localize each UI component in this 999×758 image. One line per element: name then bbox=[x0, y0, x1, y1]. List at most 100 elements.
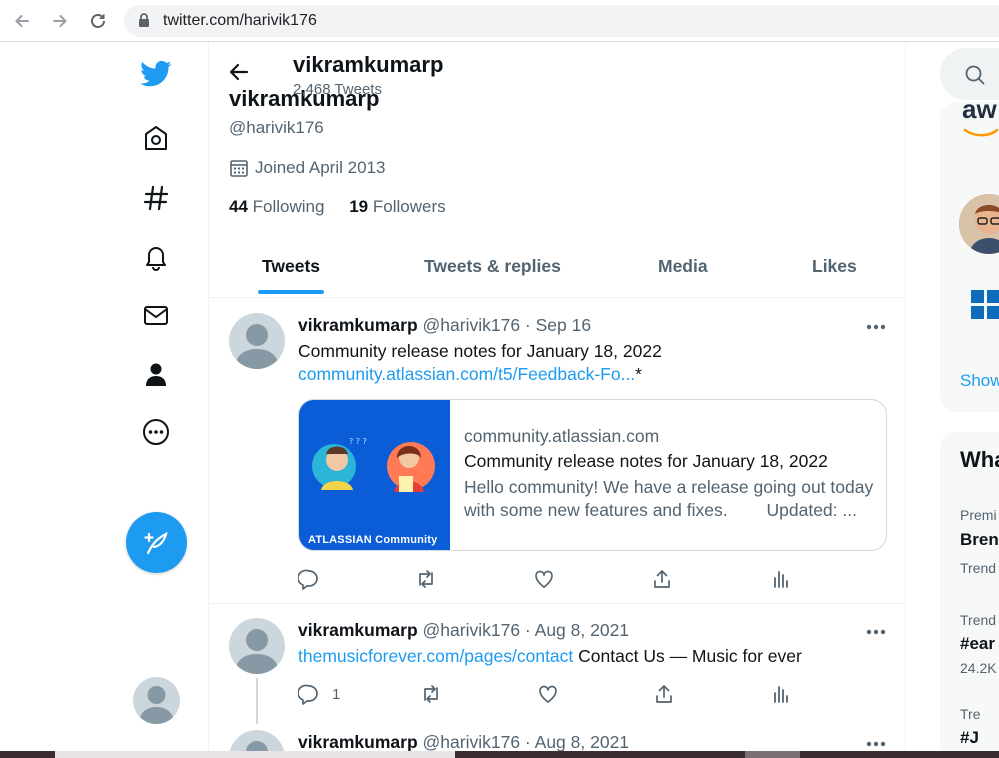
aws-logo: aw bbox=[962, 94, 997, 124]
back-arrow-icon[interactable] bbox=[10, 9, 34, 33]
more-dots-icon[interactable] bbox=[140, 416, 172, 448]
reload-icon[interactable] bbox=[86, 9, 110, 33]
card-body: community.atlassian.com Community releas… bbox=[464, 426, 879, 522]
card-image: ? ? ? ATLASSIAN Community bbox=[299, 400, 450, 550]
tweet-item[interactable]: vikramkumarp @harivik176 · Sep 16 Commun… bbox=[209, 299, 905, 604]
trend-context: Trend bbox=[960, 612, 997, 628]
atlassian-community-logo: ATLASSIAN Community bbox=[308, 534, 438, 546]
tab-media[interactable]: Media bbox=[658, 256, 708, 277]
trend-context: Premi bbox=[960, 507, 997, 523]
reply-icon bbox=[298, 683, 320, 705]
reply-button[interactable]: 1 bbox=[298, 682, 340, 706]
tweet-avatar[interactable] bbox=[229, 618, 285, 674]
tweet-link[interactable]: themusicforever.com/pages/contact bbox=[298, 646, 573, 666]
explore-hashtag-icon[interactable] bbox=[140, 182, 172, 214]
messages-envelope-icon[interactable] bbox=[140, 299, 172, 331]
trend-title[interactable]: #J bbox=[960, 728, 979, 748]
whats-happening-title: Wha bbox=[960, 447, 999, 472]
tweet-more-button[interactable] bbox=[863, 317, 889, 337]
tab-tweets[interactable]: Tweets bbox=[262, 256, 320, 277]
share-icon bbox=[651, 568, 673, 590]
tab-tweets-and-replies[interactable]: Tweets & replies bbox=[424, 256, 561, 277]
trend-title[interactable]: #ear bbox=[960, 634, 995, 654]
trend-title[interactable]: Bren bbox=[960, 530, 999, 550]
reply-icon bbox=[298, 568, 320, 590]
calendar-icon bbox=[229, 158, 249, 178]
search-box[interactable] bbox=[940, 48, 999, 100]
more-horizontal-icon bbox=[863, 317, 889, 337]
tweet-count: 2,468 Tweets bbox=[293, 81, 382, 98]
share-button[interactable] bbox=[653, 682, 675, 706]
reply-count: 1 bbox=[332, 685, 341, 703]
svg-text:? ? ?: ? ? ? bbox=[349, 437, 367, 446]
tweet-actions bbox=[298, 567, 798, 591]
tweet-actions: 1 bbox=[298, 682, 798, 706]
notifications-bell-icon[interactable] bbox=[140, 241, 172, 273]
card-domain: community.atlassian.com bbox=[464, 426, 660, 446]
reply-button[interactable] bbox=[298, 567, 320, 591]
tweet-meta: @harivik176 · Aug 8, 2021 bbox=[422, 732, 630, 752]
address-bar[interactable]: twitter.com/harivik176 bbox=[124, 5, 999, 37]
retweet-button[interactable] bbox=[415, 567, 437, 591]
following-link[interactable]: 44 Following bbox=[229, 197, 324, 216]
compose-tweet-button[interactable] bbox=[126, 512, 187, 573]
forward-arrow-icon[interactable] bbox=[48, 9, 72, 33]
back-button[interactable] bbox=[227, 60, 251, 84]
home-icon[interactable] bbox=[140, 122, 172, 154]
retweet-button[interactable] bbox=[420, 682, 442, 706]
tweet-meta: @harivik176 · Aug 8, 2021 bbox=[422, 620, 630, 640]
retweet-icon bbox=[415, 568, 437, 590]
tweet-more-button[interactable] bbox=[863, 622, 889, 642]
tweet-item[interactable]: vikramkumarp @harivik176 · Aug 8, 2021 t… bbox=[209, 604, 905, 724]
search-icon bbox=[964, 64, 986, 86]
show-more-link[interactable]: Show bbox=[960, 371, 999, 391]
tweet-link-line: community.atlassian.com/t5/Feedback-Fo..… bbox=[298, 364, 642, 384]
browser-toolbar: twitter.com/harivik176 bbox=[0, 0, 999, 42]
windows-logo-icon bbox=[971, 290, 999, 320]
like-button[interactable] bbox=[533, 567, 555, 591]
profile-person-icon[interactable] bbox=[140, 358, 172, 390]
tweet-author-name[interactable]: vikramkumarp bbox=[298, 315, 418, 335]
who-to-follow-panel bbox=[940, 102, 999, 412]
tweet-link[interactable]: community.atlassian.com/t5/Feedback-Fo..… bbox=[298, 364, 635, 384]
share-icon bbox=[653, 683, 675, 705]
active-tab-indicator bbox=[258, 290, 324, 294]
account-avatar[interactable] bbox=[133, 677, 180, 724]
aws-smile-icon bbox=[963, 128, 999, 137]
followers-link[interactable]: 19 Followers bbox=[349, 197, 445, 216]
url-text: twitter.com/harivik176 bbox=[163, 12, 317, 29]
retweet-icon bbox=[420, 683, 442, 705]
tweet-header: vikramkumarp @harivik176 · Aug 8, 2021 bbox=[298, 732, 629, 753]
more-horizontal-icon bbox=[863, 622, 889, 642]
profile-tabs: Tweets Tweets & replies Media Likes bbox=[209, 240, 905, 298]
joined-label: Joined April 2013 bbox=[255, 158, 386, 177]
trend-subtext: Trend bbox=[960, 560, 997, 576]
tweet-author-name[interactable]: vikramkumarp bbox=[298, 732, 418, 752]
profile-main-column: vikramkumarp vikramkumarp 2,468 Tweets @… bbox=[208, 42, 906, 758]
twitter-logo-icon[interactable] bbox=[140, 58, 172, 90]
tab-likes[interactable]: Likes bbox=[812, 256, 857, 277]
card-description: Hello community! We have a release going… bbox=[464, 477, 874, 520]
profile-name: vikramkumarp bbox=[293, 52, 444, 78]
compose-tweet-icon bbox=[143, 529, 171, 557]
tweet-meta: @harivik176 · Sep 16 bbox=[422, 315, 592, 335]
heart-icon bbox=[537, 683, 559, 705]
right-sidebar: aw Show Wha Premi Bren Trend Trend #ear … bbox=[907, 42, 999, 758]
tweet-header: vikramkumarp @harivik176 · Aug 8, 2021 bbox=[298, 620, 629, 641]
analytics-button[interactable] bbox=[770, 567, 792, 591]
tweet-text: themusicforever.com/pages/contact Contac… bbox=[298, 646, 802, 666]
profile-handle: @harivik176 bbox=[229, 118, 324, 137]
follow-stats: 44 Following 19 Followers bbox=[229, 197, 466, 217]
like-button[interactable] bbox=[537, 682, 559, 706]
lock-icon bbox=[138, 13, 150, 28]
analytics-button[interactable] bbox=[770, 682, 792, 706]
tweet-text: Community release notes for January 18, … bbox=[298, 341, 662, 361]
tweet-avatar[interactable] bbox=[229, 313, 285, 369]
tweet-author-name[interactable]: vikramkumarp bbox=[298, 620, 418, 640]
link-preview-card[interactable]: ? ? ? ATLASSIAN Community community.atla… bbox=[298, 399, 887, 551]
tweet-header: vikramkumarp @harivik176 · Sep 16 bbox=[298, 315, 591, 336]
profile-sticky-header: vikramkumarp 2,468 Tweets bbox=[209, 42, 459, 100]
os-taskbar bbox=[0, 751, 999, 758]
analytics-icon bbox=[770, 683, 792, 705]
share-button[interactable] bbox=[651, 567, 673, 591]
